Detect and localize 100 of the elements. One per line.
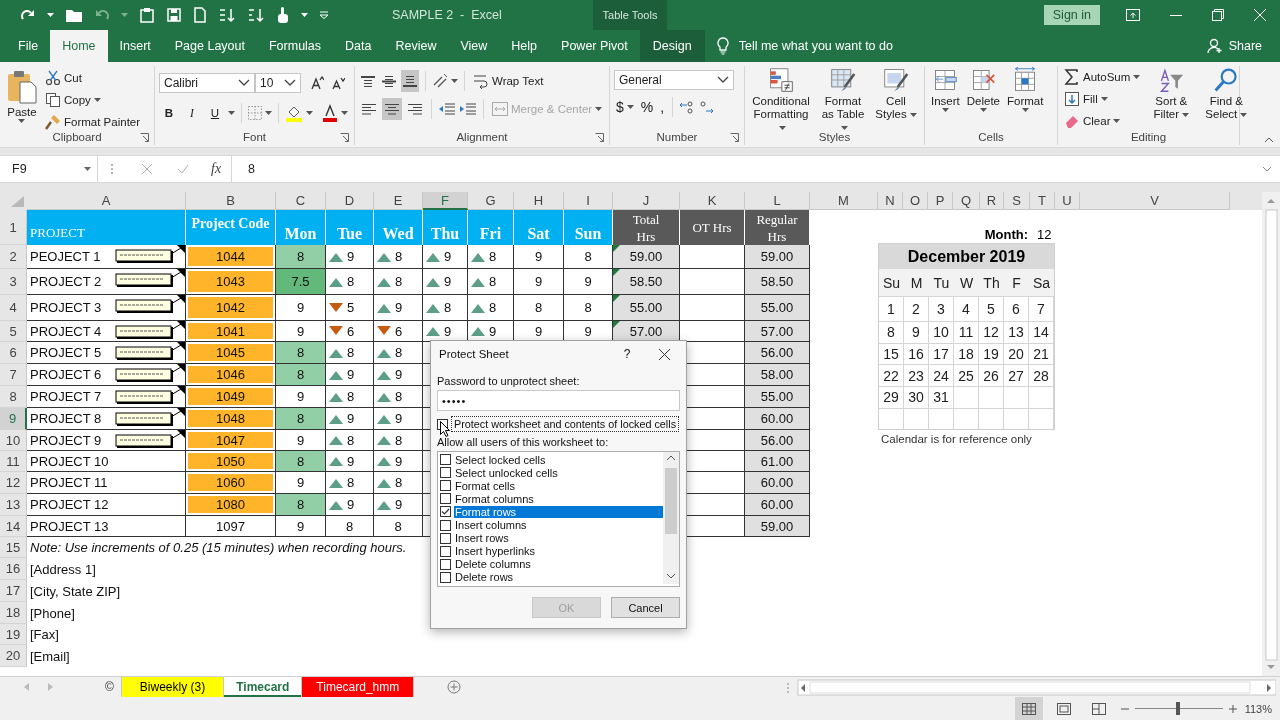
ribbon-button[interactable]: Format bbox=[1005, 66, 1046, 113]
ribbon-tab[interactable]: View bbox=[448, 30, 500, 62]
decrease-font-icon[interactable] bbox=[331, 76, 345, 90]
ribbon-tab[interactable]: Page Layout bbox=[162, 30, 257, 62]
help-button[interactable]: ? bbox=[612, 347, 642, 361]
dialog-launcher-icon[interactable] bbox=[140, 133, 149, 142]
row-header[interactable]: 1 bbox=[0, 210, 27, 245]
list-item[interactable]: Format columns bbox=[454, 492, 663, 505]
number-format-button[interactable]: $ bbox=[614, 96, 636, 118]
dialog-launcher-icon[interactable] bbox=[340, 133, 349, 142]
dialog-launcher-icon[interactable] bbox=[595, 133, 604, 142]
font-size-dropdown[interactable]: 10 bbox=[255, 73, 301, 93]
close-icon[interactable] bbox=[658, 348, 670, 360]
zoom-in-icon[interactable] bbox=[1228, 704, 1237, 713]
italic-button[interactable]: I bbox=[182, 102, 202, 124]
sign-in-button[interactable]: Sign in bbox=[1043, 5, 1100, 25]
ribbon-button[interactable]: Delete bbox=[964, 66, 1002, 113]
row-header[interactable]: 6 bbox=[0, 342, 27, 364]
dialog-launcher-icon[interactable] bbox=[730, 133, 739, 142]
wrap-text-button[interactable]: Wrap Text bbox=[471, 70, 546, 92]
ribbon-button[interactable]: Conditional Formatting bbox=[749, 66, 813, 135]
checkbox[interactable] bbox=[440, 480, 451, 492]
ribbon-button[interactable]: Cell Styles bbox=[873, 66, 919, 122]
row-header[interactable]: 18 bbox=[0, 602, 27, 624]
text-orientation-icon[interactable] bbox=[432, 73, 448, 89]
align-button[interactable] bbox=[401, 70, 419, 92]
list-item[interactable]: Delete columns bbox=[454, 558, 663, 571]
list-item[interactable]: Select locked cells bbox=[454, 453, 663, 466]
list-item[interactable]: Delete rows bbox=[454, 571, 663, 584]
checkbox[interactable] bbox=[440, 454, 451, 466]
row-header[interactable]: 15 bbox=[0, 537, 27, 558]
row-header[interactable]: 10 bbox=[0, 430, 27, 451]
checkbox[interactable] bbox=[440, 571, 451, 583]
checkbox[interactable] bbox=[440, 558, 451, 570]
view-button[interactable] bbox=[1014, 697, 1043, 720]
ribbon-button[interactable]: Insert bbox=[929, 66, 962, 113]
ribbon-tab[interactable]: Insert bbox=[107, 30, 163, 62]
ribbon-tab[interactable]: Formulas bbox=[256, 30, 334, 62]
ribbon-button[interactable]: Find & Select bbox=[1200, 66, 1253, 122]
column-header[interactable]: T bbox=[1030, 192, 1055, 210]
row-header[interactable]: 3 bbox=[0, 269, 27, 295]
row-header[interactable]: 9 bbox=[0, 408, 27, 430]
checkbox[interactable] bbox=[440, 493, 451, 505]
checkbox[interactable] bbox=[440, 519, 451, 531]
ribbon-display-icon[interactable] bbox=[1126, 9, 1140, 21]
column-header[interactable]: N bbox=[878, 192, 903, 210]
checkbox[interactable] bbox=[440, 467, 451, 479]
checkbox[interactable] bbox=[440, 506, 451, 518]
password-field[interactable]: ••••• bbox=[437, 390, 680, 411]
column-header[interactable]: F bbox=[423, 192, 468, 210]
formula-input[interactable]: 8 bbox=[231, 156, 1254, 182]
checkbox[interactable] bbox=[440, 545, 451, 557]
ribbon-tab[interactable]: Data bbox=[333, 30, 384, 62]
borders-icon[interactable] bbox=[248, 106, 262, 120]
number-format-button[interactable]: , bbox=[658, 96, 667, 118]
column-header[interactable]: Q bbox=[953, 192, 980, 210]
increase-decimal-icon[interactable] bbox=[679, 100, 696, 114]
sheet-tab[interactable]: Biweekly (3) bbox=[121, 677, 225, 697]
new-document-icon[interactable] bbox=[193, 7, 207, 23]
expand-formula-icon[interactable] bbox=[1262, 166, 1272, 172]
dialog-button[interactable]: Cancel bbox=[611, 597, 680, 618]
sort-ascending-icon[interactable] bbox=[218, 7, 236, 23]
name-box[interactable]: F9 bbox=[6, 156, 98, 182]
increase-font-icon[interactable] bbox=[310, 76, 324, 90]
ribbon-button[interactable]: Copy bbox=[43, 89, 143, 111]
list-scrollbar[interactable] bbox=[663, 452, 679, 584]
row-header[interactable]: 14 bbox=[0, 516, 27, 537]
checkbox[interactable] bbox=[440, 532, 451, 544]
ribbon-button[interactable]: Fill bbox=[1062, 88, 1143, 110]
save-icon[interactable] bbox=[166, 7, 182, 23]
row-header[interactable]: 17 bbox=[0, 580, 27, 602]
bold-button[interactable]: B bbox=[159, 102, 179, 124]
row-header[interactable]: 13 bbox=[0, 494, 27, 516]
column-header[interactable]: O bbox=[903, 192, 928, 210]
ribbon-tab[interactable]: Home bbox=[50, 30, 108, 62]
ribbon-button[interactable]: Format Painter bbox=[43, 111, 143, 133]
collapse-ribbon-icon[interactable] bbox=[1264, 137, 1274, 143]
paste-button[interactable]: Paste bbox=[4, 66, 40, 124]
list-item[interactable]: Insert rows bbox=[454, 532, 663, 545]
customize-toolbar-icon[interactable] bbox=[319, 11, 329, 19]
row-header[interactable]: 19 bbox=[0, 624, 27, 645]
number-format-button[interactable]: % bbox=[638, 96, 656, 118]
ribbon-tab[interactable]: Review bbox=[383, 30, 449, 62]
tell-me-field[interactable]: Tell me what you want to do bbox=[738, 39, 893, 53]
fill-color-icon[interactable] bbox=[285, 104, 303, 122]
sheet-tab[interactable]: Timecard bbox=[224, 677, 303, 697]
list-item[interactable]: Format rows bbox=[454, 505, 663, 518]
ribbon-button[interactable]: Clear bbox=[1062, 110, 1143, 132]
column-header[interactable]: P bbox=[928, 192, 953, 210]
row-header[interactable]: 5 bbox=[0, 321, 27, 342]
decrease-indent-icon[interactable] bbox=[438, 102, 456, 116]
increase-indent-icon[interactable] bbox=[459, 102, 477, 116]
decrease-decimal-icon[interactable] bbox=[698, 100, 715, 114]
column-header[interactable]: M bbox=[810, 192, 878, 210]
restore-icon[interactable] bbox=[1212, 9, 1224, 21]
row-header[interactable]: 2 bbox=[0, 245, 27, 269]
drag-handle-icon[interactable] bbox=[110, 162, 114, 176]
underline-button[interactable]: U bbox=[205, 102, 225, 124]
ribbon-tab[interactable]: File bbox=[6, 30, 51, 62]
ribbon-button[interactable]: Sort & Filter bbox=[1145, 66, 1198, 122]
